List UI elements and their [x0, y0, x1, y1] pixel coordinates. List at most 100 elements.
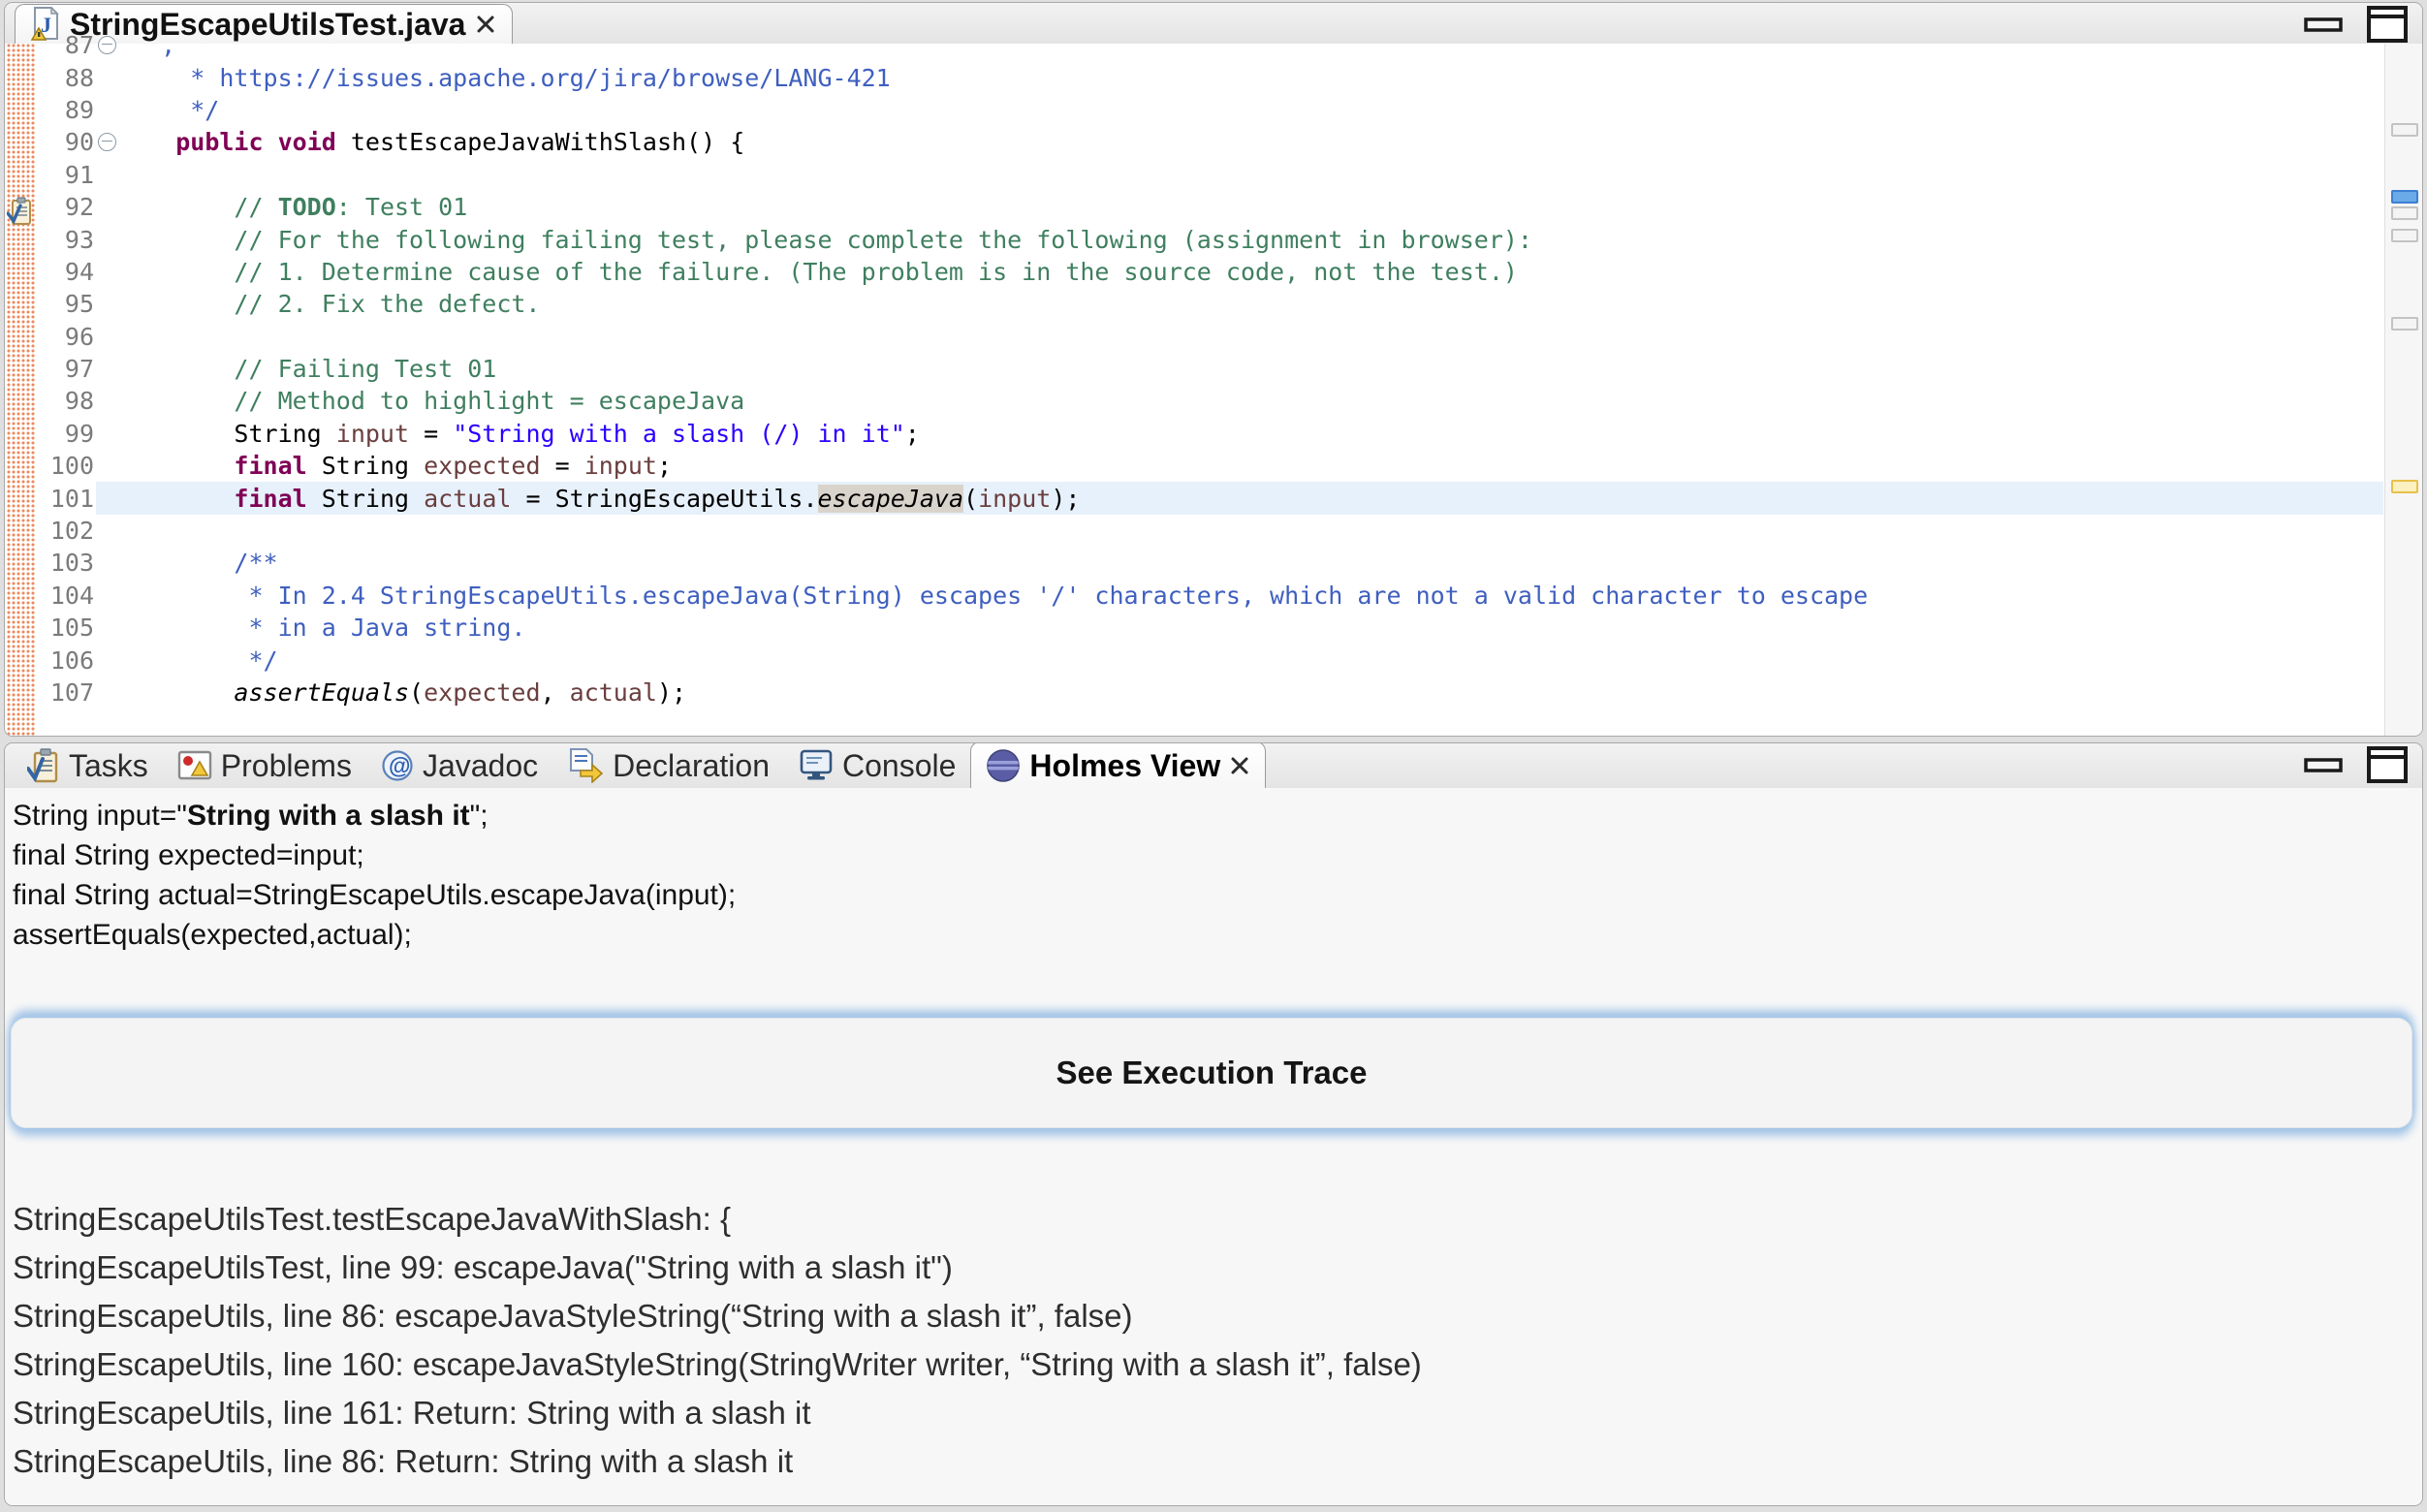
code-text: // For the following failing test, pleas… — [117, 226, 1532, 254]
see-execution-trace-button[interactable]: See Execution Trace — [11, 1018, 2412, 1128]
line-number: 87 — [38, 31, 96, 59]
execution-trace: StringEscapeUtilsTest.testEscapeJavaWith… — [13, 1195, 1422, 1486]
code-line-87[interactable]: 87 , — [38, 29, 2383, 61]
code-line-91[interactable]: 91 — [38, 159, 2383, 191]
code-line-94[interactable]: 94 // 1. Determine cause of the failure.… — [38, 256, 2383, 288]
code-line-89[interactable]: 89 */ — [38, 94, 2383, 126]
problems-icon — [177, 749, 212, 782]
code-line-99[interactable]: 99 String input = "String with a slash (… — [38, 418, 2383, 450]
code-line-100[interactable]: 100 final String expected = input; — [38, 450, 2383, 482]
code-line-body[interactable]: * In 2.4 StringEscapeUtils.escapeJava(St… — [96, 580, 2383, 612]
code-line-body[interactable]: final String expected = input; — [96, 450, 2383, 482]
view-tab-label: Declaration — [613, 748, 770, 784]
code-line-93[interactable]: 93 // For the following failing test, pl… — [38, 223, 2383, 255]
code-text: // 2. Fix the defect. — [117, 290, 541, 318]
code-text: * https://issues.apache.org/jira/browse/… — [117, 64, 891, 92]
view-tab-problems[interactable]: Problems — [163, 743, 366, 788]
view-tab-console[interactable]: Console — [784, 743, 970, 788]
code-line-body[interactable]: */ — [96, 644, 2383, 676]
fold-collapse-icon[interactable] — [96, 36, 117, 54]
overview-ruler[interactable] — [2384, 44, 2422, 736]
code-line-102[interactable]: 102 — [38, 515, 2383, 547]
line-number: 89 — [38, 96, 96, 124]
line-number: 106 — [38, 646, 96, 675]
code-line-95[interactable]: 95 // 2. Fix the defect. — [38, 288, 2383, 320]
trace-line: StringEscapeUtils, line 160: escapeJavaS… — [13, 1340, 1422, 1389]
code-text: * in a Java string. — [117, 614, 525, 642]
line-number: 91 — [38, 161, 96, 189]
code-line-97[interactable]: 97 // Failing Test 01 — [38, 353, 2383, 385]
code-line-body[interactable]: */ — [96, 94, 2383, 126]
code-line-body[interactable]: // Failing Test 01 — [96, 353, 2383, 385]
line-number: 90 — [38, 128, 96, 156]
view-tab-label: Tasks — [69, 748, 148, 784]
svg-text:@: @ — [389, 753, 410, 778]
code-line-101[interactable]: 101 final String actual = StringEscapeUt… — [38, 482, 2383, 514]
code-line-104[interactable]: 104 * In 2.4 StringEscapeUtils.escapeJav… — [38, 580, 2383, 612]
view-tabbar: Tasks Problems@Javadoc Declaration Console H… — [5, 743, 2422, 789]
gray-ruler-marker[interactable] — [2391, 317, 2418, 331]
line-number: 96 — [38, 323, 96, 351]
line-number: 107 — [38, 678, 96, 707]
code-line-body[interactable]: // For the following failing test, pleas… — [96, 223, 2383, 255]
line-number: 104 — [38, 582, 96, 610]
code-text: // 1. Determine cause of the failure. (T… — [117, 258, 1518, 286]
code-line-body[interactable]: // 2. Fix the defect. — [96, 288, 2383, 320]
line-number: 101 — [38, 485, 96, 513]
code-text: // Method to highlight = escapeJava — [117, 387, 744, 415]
code-line-body[interactable]: // 1. Determine cause of the failure. (T… — [96, 256, 2383, 288]
code-line-body[interactable] — [96, 515, 2383, 547]
task-marker-icon[interactable] — [7, 197, 34, 226]
code-line-body[interactable]: , — [96, 29, 2383, 61]
view-tab-close-icon[interactable] — [1229, 755, 1250, 776]
line-number: 88 — [38, 64, 96, 92]
code-line-body[interactable]: * https://issues.apache.org/jira/browse/… — [96, 61, 2383, 93]
view-tab-declaration[interactable]: Declaration — [552, 743, 784, 788]
code-text: , — [117, 31, 175, 59]
code-line-98[interactable]: 98 // Method to highlight = escapeJava — [38, 385, 2383, 417]
code-line-106[interactable]: 106 */ — [38, 644, 2383, 676]
code-line-body[interactable]: public void testEscapeJavaWithSlash() { — [96, 126, 2383, 158]
code-line-103[interactable]: 103 /** — [38, 547, 2383, 579]
code-line-body[interactable] — [96, 321, 2383, 353]
view-tab-holmes-view[interactable]: Holmes View — [970, 742, 1266, 789]
code-line-body[interactable]: final String actual = StringEscapeUtils.… — [96, 482, 2383, 514]
code-line-body[interactable]: // TODO: Test 01 — [96, 191, 2383, 223]
gutter-change-bar[interactable] — [7, 44, 36, 736]
code-line-90[interactable]: 90 public void testEscapeJavaWithSlash()… — [38, 126, 2383, 158]
gray-ruler-marker[interactable] — [2391, 229, 2418, 242]
blue-ruler-marker[interactable] — [2391, 190, 2418, 204]
view-tab-tasks[interactable]: Tasks — [13, 743, 163, 788]
holmes-view-content: String input="String with a slash it"; fi… — [5, 788, 2422, 1505]
code-line-96[interactable]: 96 — [38, 321, 2383, 353]
view-minimize-button[interactable] — [2302, 749, 2345, 780]
code-line-body[interactable]: String input = "String with a slash (/) … — [96, 418, 2383, 450]
view-tab-label: Holmes View — [1029, 748, 1220, 784]
code-text: public void testEscapeJavaWithSlash() { — [117, 128, 744, 156]
code-line-body[interactable]: // Method to highlight = escapeJava — [96, 385, 2383, 417]
code-text: */ — [117, 96, 219, 124]
gray-ruler-marker[interactable] — [2391, 123, 2418, 137]
code-line-107[interactable]: 107 assertEquals(expected, actual); — [38, 677, 2383, 709]
code-line-body[interactable] — [96, 159, 2383, 191]
code-line-92[interactable]: 92 // TODO: Test 01 — [38, 191, 2383, 223]
line-number: 102 — [38, 517, 96, 545]
code-text: /** — [117, 549, 278, 577]
code-line-body[interactable]: assertEquals(expected, actual); — [96, 677, 2383, 709]
code-line-88[interactable]: 88 * https://issues.apache.org/jira/brow… — [38, 61, 2383, 93]
code-line-105[interactable]: 105 * in a Java string. — [38, 612, 2383, 644]
gray-ruler-marker[interactable] — [2391, 206, 2418, 220]
code-editor[interactable]: 87 ,88 * https://issues.apache.org/jira/… — [5, 44, 2422, 736]
tasks-icon — [27, 748, 60, 783]
code-text: * In 2.4 StringEscapeUtils.escapeJava(St… — [117, 582, 1868, 610]
fold-collapse-icon[interactable] — [96, 133, 117, 151]
trace-line: StringEscapeUtils, line 161: Return: Str… — [13, 1389, 1422, 1437]
view-tab-javadoc[interactable]: @Javadoc — [366, 743, 552, 788]
line-number: 100 — [38, 452, 96, 480]
snippet-line: final String actual=StringEscapeUtils.es… — [13, 875, 736, 915]
yellow-ruler-marker[interactable] — [2391, 480, 2418, 493]
code-line-body[interactable]: * in a Java string. — [96, 612, 2383, 644]
snippet-line: String input="String with a slash it"; — [13, 796, 736, 835]
view-maximize-button[interactable] — [2366, 749, 2409, 780]
code-line-body[interactable]: /** — [96, 547, 2383, 579]
